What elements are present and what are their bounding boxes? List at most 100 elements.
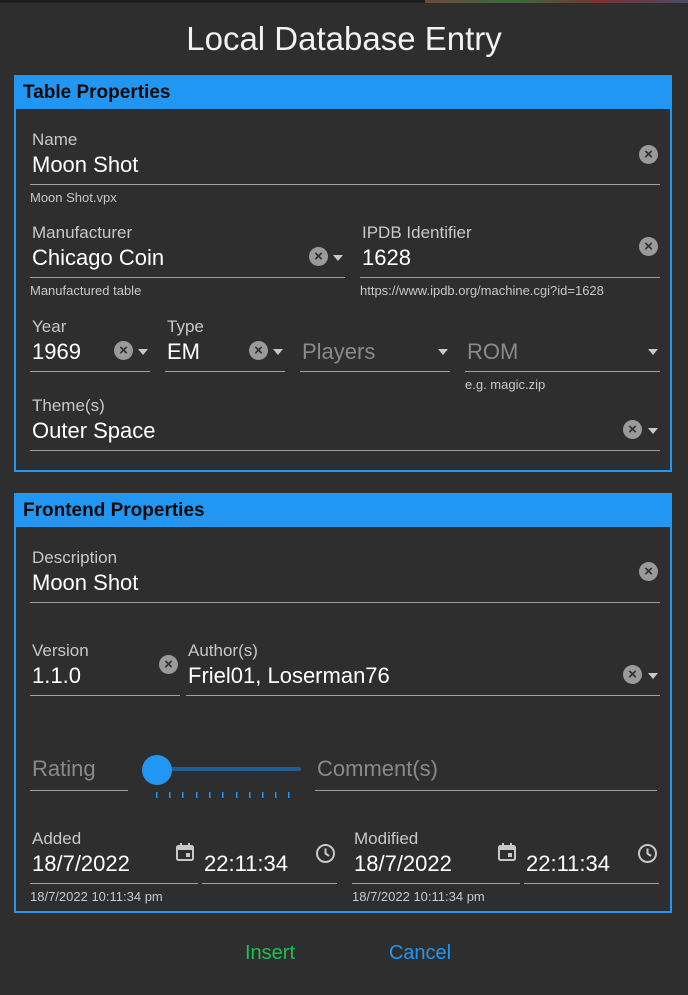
cancel-button[interactable]: Cancel <box>380 940 460 966</box>
name-label: Name <box>32 130 78 149</box>
added-date-field[interactable]: Added 18/7/2022 18/7/2022 10:11:34 pm <box>30 827 198 904</box>
themes-label: Theme(s) <box>32 396 105 415</box>
description-value[interactable]: Moon Shot <box>32 570 138 596</box>
authors-field[interactable]: Author(s) Friel01, Loserman76 × <box>186 639 660 697</box>
slider-track[interactable] <box>157 767 301 771</box>
clock-icon[interactable] <box>637 843 658 864</box>
ipdb-field[interactable]: IPDB Identifier 1628 × https://www.ipdb.… <box>360 221 660 298</box>
comments-underline <box>315 790 657 791</box>
version-label: Version <box>32 641 89 660</box>
modified-label: Modified <box>354 829 419 848</box>
players-underline <box>300 371 450 372</box>
slider-ticks-svg <box>156 792 290 798</box>
name-field[interactable]: Name Moon Shot × Moon Shot.vpx <box>30 128 660 205</box>
type-field[interactable]: Type EM × <box>165 315 285 373</box>
clear-icon[interactable]: × <box>639 145 658 164</box>
modified-time-underline <box>524 883 659 884</box>
type-value[interactable]: EM <box>167 339 200 365</box>
version-value[interactable]: 1.1.0 <box>32 663 81 689</box>
authors-value[interactable]: Friel01, Loserman76 <box>188 663 390 689</box>
chevron-down-icon[interactable] <box>333 255 343 261</box>
manufacturer-label: Manufacturer <box>32 223 133 242</box>
year-field[interactable]: Year 1969 × <box>30 315 150 373</box>
manufacturer-value[interactable]: Chicago Coin <box>32 245 164 271</box>
modified-time-field[interactable]: 22:11:34 <box>524 827 659 885</box>
name-underline <box>30 184 660 185</box>
manufacturer-helper: Manufactured table <box>30 283 142 298</box>
chevron-down-icon[interactable] <box>648 673 658 679</box>
ipdb-value[interactable]: 1628 <box>362 245 411 271</box>
version-underline <box>30 695 180 696</box>
clear-icon[interactable]: × <box>309 247 328 266</box>
rating-field[interactable]: Rating <box>30 750 128 792</box>
players-field[interactable]: Players <box>300 315 450 373</box>
themes-value[interactable]: Outer Space <box>32 418 156 444</box>
name-value[interactable]: Moon Shot <box>32 152 138 178</box>
version-field[interactable]: Version 1.1.0 × <box>30 639 180 697</box>
rating-placeholder: Rating <box>32 756 96 781</box>
type-underline <box>165 371 285 372</box>
modified-date-value[interactable]: 18/7/2022 <box>354 851 452 877</box>
rom-underline <box>465 371 660 372</box>
insert-button[interactable]: Insert <box>236 940 304 966</box>
modified-date-underline <box>352 883 520 884</box>
modified-helper: 18/7/2022 10:11:34 pm <box>352 889 485 904</box>
chevron-down-icon[interactable] <box>438 349 448 355</box>
name-helper: Moon Shot.vpx <box>30 190 117 205</box>
year-value[interactable]: 1969 <box>32 339 81 365</box>
year-underline <box>30 371 150 372</box>
description-label: Description <box>32 548 118 567</box>
clear-icon[interactable]: × <box>639 562 658 581</box>
background-image <box>425 0 688 3</box>
rating-underline <box>30 790 128 791</box>
modified-time-value[interactable]: 22:11:34 <box>526 851 610 877</box>
table-properties-header: Table Properties <box>16 77 670 109</box>
players-placeholder[interactable]: Players <box>302 339 375 365</box>
description-field[interactable]: Description Moon Shot × <box>30 546 660 604</box>
themes-field[interactable]: Theme(s) Outer Space × <box>30 394 660 452</box>
frontend-properties-header: Frontend Properties <box>16 495 670 527</box>
chevron-down-icon[interactable] <box>138 349 148 355</box>
ipdb-helper[interactable]: https://www.ipdb.org/machine.cgi?id=1628 <box>360 283 604 298</box>
year-label: Year <box>32 317 67 336</box>
rating-slider[interactable] <box>140 752 305 798</box>
chevron-down-icon[interactable] <box>273 349 283 355</box>
added-date-value[interactable]: 18/7/2022 <box>32 851 130 877</box>
chevron-down-icon[interactable] <box>648 428 658 434</box>
comments-placeholder[interactable]: Comment(s) <box>317 756 438 782</box>
added-label: Added <box>32 829 82 848</box>
comments-field[interactable]: Comment(s) <box>315 750 657 792</box>
clear-icon[interactable]: × <box>249 341 268 360</box>
themes-underline <box>30 450 660 451</box>
authors-underline <box>186 695 660 696</box>
rom-placeholder[interactable]: ROM <box>467 339 518 365</box>
added-time-underline <box>202 883 337 884</box>
chevron-down-icon[interactable] <box>648 349 658 355</box>
rom-field[interactable]: ROM e.g. magic.zip <box>465 315 660 392</box>
ipdb-underline <box>360 277 660 278</box>
manufacturer-field[interactable]: Manufacturer Chicago Coin × Manufactured… <box>30 221 345 298</box>
clear-icon[interactable]: × <box>159 655 178 674</box>
clear-icon[interactable]: × <box>623 420 642 439</box>
added-time-field[interactable]: 22:11:34 <box>202 827 337 885</box>
manufacturer-underline <box>30 277 345 278</box>
type-label: Type <box>167 317 204 336</box>
modified-date-field[interactable]: Modified 18/7/2022 18/7/2022 10:11:34 pm <box>352 827 520 904</box>
clear-icon[interactable]: × <box>639 237 658 256</box>
authors-label: Author(s) <box>188 641 258 660</box>
description-underline <box>30 602 660 603</box>
rom-helper: e.g. magic.zip <box>465 377 546 392</box>
background-strip <box>0 0 688 3</box>
slider-ticks <box>156 786 290 798</box>
calendar-icon[interactable] <box>175 842 195 862</box>
added-helper: 18/7/2022 10:11:34 pm <box>30 889 163 904</box>
clear-icon[interactable]: × <box>623 665 642 684</box>
added-date-underline <box>30 883 198 884</box>
clock-icon[interactable] <box>315 843 336 864</box>
ipdb-label: IPDB Identifier <box>362 223 472 242</box>
clear-icon[interactable]: × <box>114 341 133 360</box>
added-time-value[interactable]: 22:11:34 <box>204 851 288 877</box>
slider-thumb[interactable] <box>142 755 172 785</box>
dialog-title: Local Database Entry <box>186 20 502 57</box>
calendar-icon[interactable] <box>497 842 517 862</box>
